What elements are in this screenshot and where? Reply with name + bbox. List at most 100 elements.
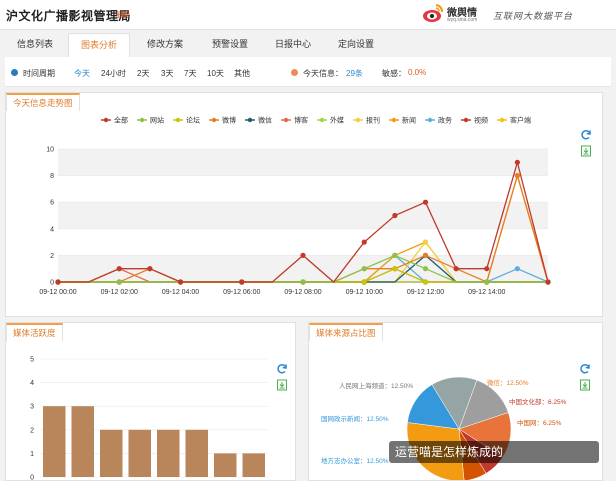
download-icon[interactable] [276, 379, 288, 391]
data-point [422, 239, 429, 245]
bar [43, 406, 66, 477]
info-dot-icon [291, 69, 298, 76]
data-point [392, 266, 398, 272]
period-dot-icon [11, 69, 18, 76]
pie-label: 中国网：6.25% [517, 418, 562, 427]
tab-daily-report[interactable]: 日报中心 [262, 33, 324, 57]
watermark-text: 运营喵是怎样炼成的 [395, 445, 504, 459]
data-point [422, 199, 429, 205]
data-point [116, 279, 122, 285]
today-info-value[interactable]: 29条 [346, 68, 363, 79]
period-7d[interactable]: 7天 [184, 68, 196, 79]
legend-label: 微信 [258, 116, 272, 125]
data-point [422, 252, 429, 258]
bar [100, 429, 123, 477]
x-tick-label: 09-12 12:00 [407, 289, 444, 296]
tab-edit-plan[interactable]: 修改方案 [133, 33, 197, 57]
x-tick-label: 09-12 04:00 [162, 289, 199, 296]
legend-item: 微信 [245, 116, 272, 125]
pie-label: 人民网上海频道：12.50% [339, 381, 413, 390]
legend-marker [463, 117, 469, 123]
legend-label: 视频 [474, 116, 488, 125]
delete-link[interactable]: 删除 [116, 10, 130, 20]
bar [185, 429, 208, 477]
x-tick-label: 09-12 08:00 [284, 289, 321, 296]
legend-marker [427, 117, 433, 123]
pie-label: 地方志办公室：12.50% [321, 456, 389, 465]
sensitivity-label: 敏感： [382, 69, 406, 78]
legend-marker [139, 117, 145, 123]
y-tick-label: 1 [30, 451, 34, 458]
period-other[interactable]: 其他 [234, 68, 250, 79]
data-point [392, 252, 398, 258]
bar [157, 429, 180, 477]
legend-marker [103, 117, 109, 123]
legend-item: 全部 [101, 116, 128, 125]
data-point [361, 279, 367, 285]
legend-item: 网站 [137, 116, 164, 125]
legend-label: 客户端 [510, 116, 531, 125]
tab-alert-settings[interactable]: 预警设置 [199, 33, 261, 57]
data-point [392, 212, 398, 219]
source-panel: 媒体来源占比图 人民网上海频道：12.50% 微信：12.50% 中国文化部：6.2… [308, 322, 603, 481]
legend-item: 论坛 [173, 116, 200, 125]
platform-tagline: 互联网大数据平台 [493, 11, 574, 21]
grid-band [58, 149, 548, 176]
legend-label: 政务 [438, 116, 452, 125]
y-tick-label: 6 [50, 200, 54, 207]
data-point [177, 279, 184, 285]
legend-item: 政务 [425, 116, 452, 125]
legend-item: 客户端 [497, 116, 531, 125]
y-tick-label: 4 [30, 380, 34, 387]
bar [71, 406, 94, 477]
x-tick-label: 09-12 14:00 [468, 289, 505, 296]
period-10d[interactable]: 10天 [207, 68, 224, 79]
brand-url: wyq.sina.com [447, 17, 478, 23]
x-tick-label: 09-12 10:00 [346, 289, 383, 296]
y-tick-label: 2 [30, 427, 34, 434]
bar [214, 453, 237, 477]
period-24h[interactable]: 24小时 [101, 68, 126, 79]
legend-marker [355, 117, 361, 123]
y-tick-label: 4 [50, 226, 54, 233]
y-tick-label: 8 [50, 173, 54, 180]
tab-info-list[interactable]: 信息列表 [5, 33, 65, 57]
data-point [55, 279, 61, 285]
pie-label: 微信：12.50% [487, 378, 529, 387]
data-point [361, 266, 367, 272]
refresh-icon[interactable] [276, 363, 288, 375]
filter-bar: 时间周期 今天 24小时 2天 3天 7天 10天 其他 今天信息： 29条 敏… [5, 57, 611, 87]
y-tick-label: 2 [50, 253, 54, 260]
period-today[interactable]: 今天 [74, 68, 90, 79]
legend-marker [499, 117, 505, 123]
data-point [514, 159, 520, 165]
legend-item: 新闻 [389, 116, 416, 125]
grid-band [58, 202, 548, 229]
header: 沪文化广播影视管理局 删除 微舆情 wyq.sina.com 互联网大数据平台 [0, 0, 616, 30]
y-tick-label: 0 [50, 280, 54, 287]
data-point [361, 239, 367, 245]
app-title: 沪文化广播影视管理局 [6, 9, 132, 23]
legend-marker [391, 117, 397, 123]
x-tick-label: 09-12 02:00 [101, 289, 138, 296]
data-point [484, 279, 490, 285]
legend-label: 外媒 [330, 116, 344, 125]
data-point [116, 266, 122, 272]
period-3d[interactable]: 3天 [161, 68, 173, 79]
trend-panel: 今天信息走势图 0 2 4 6 8 10 09-12 00:00 09-12 02:00 09-… [5, 92, 603, 317]
data-point [422, 279, 429, 285]
source-panel-title: 媒体来源占比图 [309, 323, 383, 341]
data-point [514, 266, 520, 272]
tab-target-settings[interactable]: 定向设置 [325, 33, 387, 57]
legend-marker [175, 117, 181, 123]
data-point [545, 279, 551, 285]
legend-label: 新闻 [402, 116, 416, 125]
today-info-label: 今天信息： [303, 69, 343, 78]
tab-chart-analysis[interactable]: 图表分析 [68, 33, 130, 57]
period-2d[interactable]: 2天 [137, 68, 149, 79]
wechat-watermark: 运营喵是怎样炼成的 [389, 441, 599, 463]
data-point [239, 279, 245, 285]
y-tick-label: 10 [46, 147, 54, 154]
sensitivity-value: 0.0% [408, 68, 427, 77]
x-tick-label: 09-12 06:00 [223, 289, 260, 296]
